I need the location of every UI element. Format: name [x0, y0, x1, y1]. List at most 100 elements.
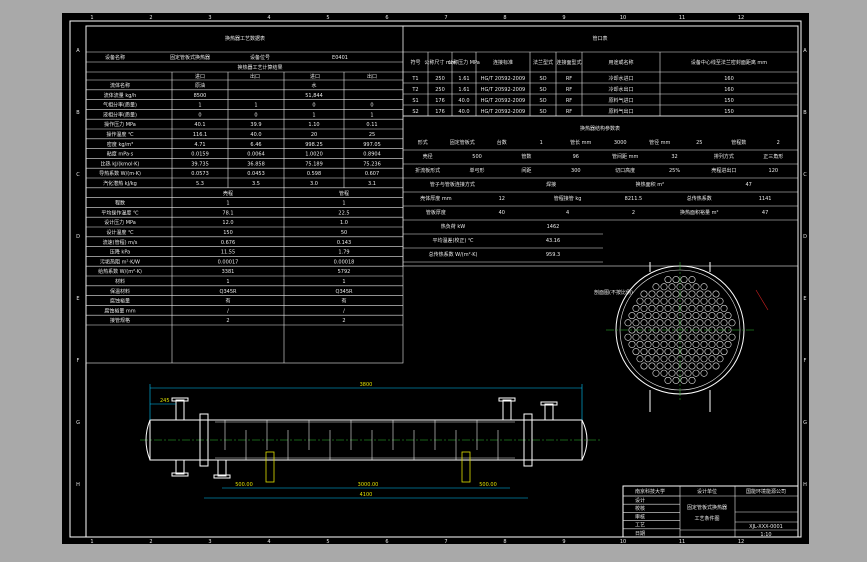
- pt-row2-label: 给热系数 W/(m²·K): [98, 268, 142, 275]
- pt-row-value: 997.05: [363, 142, 381, 148]
- nozzle-cell: 250: [435, 76, 445, 82]
- spec-cell: 管间距 mm: [612, 153, 638, 160]
- border-number-top: 3: [208, 15, 211, 21]
- nozzle-cell: 冷却水出口: [608, 86, 633, 93]
- pt-row-value: 51,844: [305, 93, 323, 99]
- pt-row-value: 39.9: [250, 122, 261, 128]
- pt-row2-label: 腐蚀裕量: [110, 298, 130, 305]
- pt-row-value: 1: [254, 103, 257, 109]
- spec-cell: 形式: [418, 139, 428, 146]
- nozzle-table-title: 管口表: [592, 35, 607, 42]
- border-letter-left: A: [76, 48, 80, 54]
- pt-row-label: 操作温度 ℃: [106, 131, 134, 138]
- dim-bottom-total: 4100: [360, 492, 373, 498]
- pt-row2-label: 设计温度 ℃: [106, 229, 134, 236]
- pt-row2-label: 设计压力 MPa: [104, 219, 136, 226]
- pt-row2-label: 腐蚀裕量 mm: [104, 307, 135, 314]
- spec-cell: 1462: [547, 224, 560, 230]
- pt-row-value: 6.46: [250, 142, 261, 148]
- border-letter-left: B: [76, 110, 80, 116]
- spec-cell: 平均温差(校正) ℃: [432, 237, 473, 244]
- border-number-bottom: 9: [562, 539, 565, 545]
- border-number-top: 10: [620, 15, 626, 21]
- spec-cell: 总传热系数 W/(m²·K): [429, 251, 478, 258]
- border-number-bottom: 6: [385, 539, 388, 545]
- pt-row2-label: 接管规格: [110, 317, 130, 324]
- cad-viewport[interactable]: A A B B C C D D E E F F G G H H 1 1 2 2 3 3 4 4 5 5 6 6 7 7 8 8 9 9 10 10 11…: [0, 0, 867, 562]
- tb-drawing-no: XJL-XXX-0001: [749, 524, 783, 530]
- nozzle-cell: 原料气出口: [608, 108, 633, 115]
- spec-cell: 管子与管板连接方式: [430, 181, 475, 188]
- pt-row2-value: 150: [223, 230, 233, 236]
- pt-col3: 出口: [367, 73, 377, 80]
- pt-row-label: 导热系数 W/(m·K): [99, 170, 141, 177]
- tb-row-label: 日期: [635, 531, 645, 537]
- border-number-bottom: 10: [620, 539, 626, 545]
- spec-cell: 管程数: [731, 139, 746, 146]
- tb-row-label: 校核: [635, 505, 645, 512]
- nozzle-cell: RF: [566, 109, 572, 115]
- spec-cell: 4: [566, 210, 569, 216]
- nozzle-head: 设备中心线至法兰密封面距离 mm: [691, 59, 767, 66]
- spec-cell: 排列方式: [714, 153, 734, 160]
- pt-row2-value: 0.00018: [334, 259, 355, 265]
- spec-cell: 总传热系数: [687, 195, 712, 202]
- nozzle-cell: 160: [724, 76, 734, 82]
- pt-row2-value: 12.0: [222, 220, 233, 226]
- nozzle-head: 法兰型式: [533, 59, 553, 66]
- spec-cell: 正三角形: [763, 153, 783, 160]
- nozzle-cell: 150: [724, 98, 734, 104]
- border-letter-left: D: [76, 234, 80, 240]
- border-letter-left: H: [76, 482, 80, 488]
- border-number-top: 6: [385, 15, 388, 21]
- spec-cell: 25: [696, 140, 702, 146]
- pt-side-head: 管程: [339, 190, 349, 197]
- nozzle-cell: SO: [539, 98, 546, 104]
- border-number-top: 7: [444, 15, 447, 21]
- pt-row2-label: 保温材料: [110, 288, 130, 295]
- border-number-bottom: 7: [444, 539, 447, 545]
- nozzle-cell: HG/T 20592-2009: [481, 109, 525, 115]
- pt-row2-value: 0.676: [221, 240, 235, 246]
- tb-school: 南京科技大学: [635, 488, 665, 495]
- nozzle-cell: T2: [411, 87, 418, 93]
- tb-row-label: 工艺: [635, 523, 645, 529]
- pt-row-value: 0.0453: [247, 171, 265, 177]
- spec-cell: 管径 mm: [649, 139, 670, 146]
- border-letter-right: E: [803, 296, 806, 302]
- pt-row-value: 0: [370, 103, 373, 109]
- pt-row-value: 1.10: [308, 122, 319, 128]
- pt-col1: 出口: [250, 73, 260, 80]
- nozzle-head: 连接面型式: [556, 59, 581, 66]
- pt-row2-value: 1: [226, 279, 229, 285]
- pt-row2-label: 污垢热阻 m²·K/W: [100, 258, 140, 265]
- pt-row-value: 水: [311, 82, 316, 89]
- pt-row-value: 3.5: [252, 181, 260, 187]
- pt-row2-value: Q345R: [336, 289, 353, 295]
- nozzle-cell: T1: [411, 76, 418, 82]
- border-letter-left: F: [77, 358, 80, 364]
- spec-cell: 换热面积裕量 m²: [680, 209, 718, 216]
- pt-row2-label: 流速(管程) m/s: [103, 239, 138, 246]
- pt-col2: 进口: [310, 73, 320, 80]
- spec-cell: 3000: [614, 140, 627, 146]
- pt-h0: 设备名称: [105, 54, 125, 61]
- nozzle-cell: 原料气进口: [608, 97, 633, 104]
- dim-bottom-right: 500.00: [479, 482, 497, 488]
- border-number-top: 2: [149, 15, 152, 21]
- pt-h1: 固定管板式换热器: [170, 54, 210, 61]
- border-number-bottom: 8: [503, 539, 506, 545]
- tb-scale: 1:10: [760, 532, 771, 538]
- border-number-bottom: 12: [738, 539, 744, 545]
- drawing-canvas[interactable]: A AB BC CD DE EF FG GH H112233445566778899101011…: [0, 0, 867, 562]
- spec-cell: 切口高度: [615, 167, 635, 174]
- border-number-top: 1: [90, 15, 93, 21]
- spec-cell: 焊接: [546, 181, 556, 188]
- spec-cell: 96: [573, 154, 579, 160]
- border-letter-right: C: [803, 172, 807, 178]
- pt-row-label: 流体名称: [110, 82, 130, 89]
- nozzle-cell: 250: [435, 87, 445, 93]
- spec-cell: 47: [762, 210, 768, 216]
- spec-cell: 单弓形: [470, 167, 485, 174]
- nozzle-cell: 1.61: [458, 76, 469, 82]
